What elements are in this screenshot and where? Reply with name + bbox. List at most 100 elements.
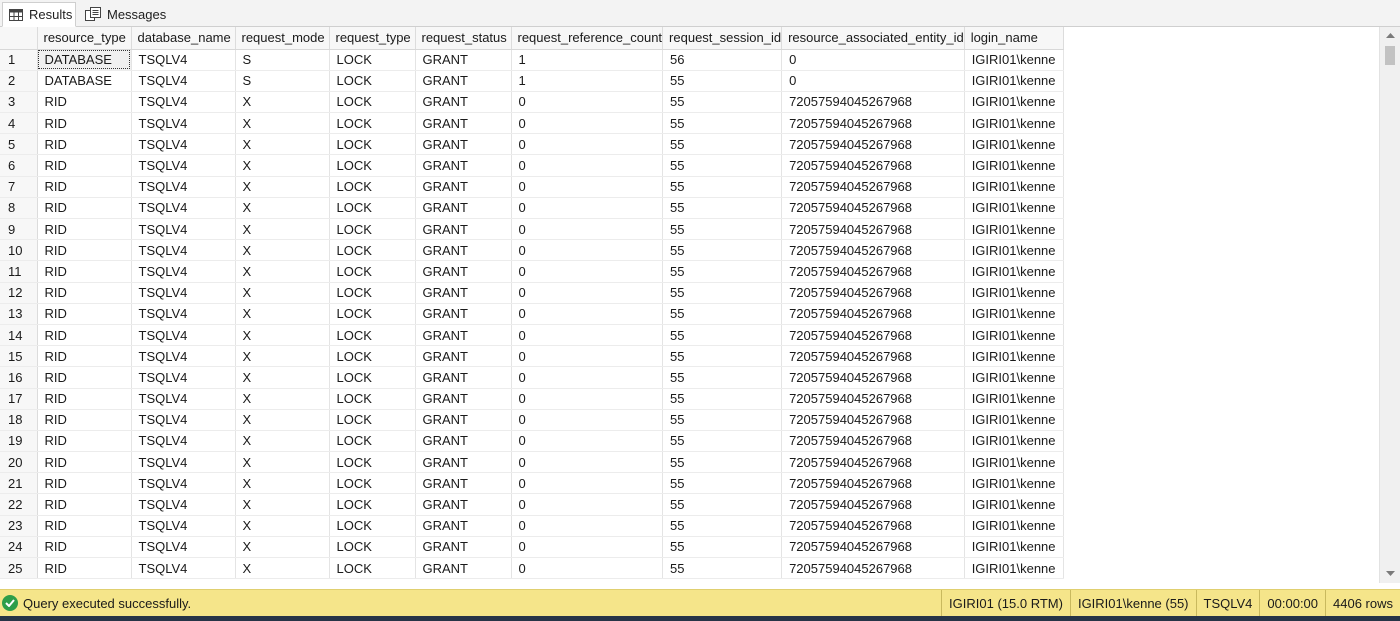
- table-cell[interactable]: TSQLV4: [131, 176, 236, 198]
- table-cell[interactable]: X: [235, 409, 330, 431]
- table-cell[interactable]: 0: [511, 366, 664, 389]
- table-cell[interactable]: GRANT: [415, 451, 512, 474]
- row-number[interactable]: 12: [0, 282, 38, 304]
- table-row[interactable]: 25 RID TSQLV4 X LOCK GRANT 0 55 7205759404526796…: [0, 557, 1064, 580]
- row-number[interactable]: 23: [0, 515, 38, 537]
- table-cell[interactable]: IGIRI01\kenne: [964, 324, 1064, 347]
- table-cell[interactable]: 55: [662, 197, 783, 220]
- table-cell[interactable]: IGIRI01\kenne: [964, 303, 1064, 325]
- table-cell[interactable]: GRANT: [415, 176, 512, 198]
- table-cell[interactable]: GRANT: [415, 49, 512, 71]
- table-cell[interactable]: LOCK: [329, 324, 416, 347]
- table-cell[interactable]: 0: [511, 557, 664, 580]
- table-cell[interactable]: 55: [662, 70, 783, 92]
- table-cell[interactable]: RID: [37, 218, 132, 241]
- table-cell[interactable]: 56: [662, 49, 783, 71]
- table-cell[interactable]: RID: [37, 133, 132, 156]
- table-cell[interactable]: RID: [37, 303, 132, 325]
- table-cell[interactable]: RID: [37, 197, 132, 220]
- table-cell[interactable]: RID: [37, 239, 132, 262]
- table-cell[interactable]: TSQLV4: [131, 303, 236, 325]
- table-cell[interactable]: DATABASE: [37, 70, 132, 92]
- table-row[interactable]: 24 RID TSQLV4 X LOCK GRANT 0 55 7205759404526796…: [0, 536, 1064, 559]
- table-cell[interactable]: X: [235, 239, 330, 262]
- table-cell[interactable]: 72057594045267968: [781, 154, 965, 177]
- row-number[interactable]: 13: [0, 303, 38, 325]
- row-number[interactable]: 22: [0, 493, 38, 516]
- table-row[interactable]: 11 RID TSQLV4 X LOCK GRANT 0 55 7205759404526796…: [0, 260, 1064, 283]
- table-row[interactable]: 6 RID TSQLV4 X LOCK GRANT 0 55 72057594045267968…: [0, 154, 1064, 177]
- table-cell[interactable]: S: [235, 49, 330, 71]
- table-cell[interactable]: RID: [37, 260, 132, 283]
- table-cell[interactable]: GRANT: [415, 133, 512, 156]
- row-number[interactable]: 14: [0, 324, 38, 347]
- column-header[interactable]: resource_type: [37, 27, 132, 50]
- table-cell[interactable]: 0: [781, 70, 965, 92]
- table-cell[interactable]: IGIRI01\kenne: [964, 345, 1064, 368]
- table-cell[interactable]: X: [235, 282, 330, 304]
- table-cell[interactable]: LOCK: [329, 112, 416, 135]
- table-cell[interactable]: LOCK: [329, 451, 416, 474]
- table-cell[interactable]: 55: [662, 409, 783, 431]
- table-cell[interactable]: 55: [662, 345, 783, 368]
- table-cell[interactable]: 72057594045267968: [781, 430, 965, 453]
- table-cell[interactable]: IGIRI01\kenne: [964, 515, 1064, 537]
- table-cell[interactable]: RID: [37, 91, 132, 114]
- table-cell[interactable]: GRANT: [415, 218, 512, 241]
- table-cell[interactable]: 55: [662, 154, 783, 177]
- table-cell[interactable]: 0: [511, 91, 664, 114]
- table-cell[interactable]: 72057594045267968: [781, 303, 965, 325]
- table-cell[interactable]: 72057594045267968: [781, 388, 965, 410]
- table-cell[interactable]: 0: [781, 49, 965, 71]
- table-row[interactable]: 14 RID TSQLV4 X LOCK GRANT 0 55 7205759404526796…: [0, 324, 1064, 347]
- table-cell[interactable]: LOCK: [329, 176, 416, 198]
- table-cell[interactable]: X: [235, 176, 330, 198]
- table-cell[interactable]: RID: [37, 409, 132, 431]
- table-row[interactable]: 4 RID TSQLV4 X LOCK GRANT 0 55 72057594045267968…: [0, 112, 1064, 135]
- table-cell[interactable]: LOCK: [329, 388, 416, 410]
- table-cell[interactable]: 55: [662, 91, 783, 114]
- table-cell[interactable]: 72057594045267968: [781, 260, 965, 283]
- table-cell[interactable]: LOCK: [329, 154, 416, 177]
- row-number[interactable]: 4: [0, 112, 38, 135]
- table-cell[interactable]: 72057594045267968: [781, 536, 965, 559]
- scroll-up-arrow-icon[interactable]: [1380, 27, 1400, 44]
- table-cell[interactable]: RID: [37, 112, 132, 135]
- table-cell[interactable]: 72057594045267968: [781, 239, 965, 262]
- table-cell[interactable]: 0: [511, 218, 664, 241]
- table-cell[interactable]: X: [235, 366, 330, 389]
- column-header[interactable]: request_reference_count: [511, 27, 664, 50]
- row-number[interactable]: 15: [0, 345, 38, 368]
- row-number[interactable]: 1: [0, 49, 38, 71]
- table-cell[interactable]: 72057594045267968: [781, 112, 965, 135]
- table-cell[interactable]: RID: [37, 430, 132, 453]
- table-cell[interactable]: LOCK: [329, 197, 416, 220]
- table-cell[interactable]: RID: [37, 154, 132, 177]
- table-cell[interactable]: LOCK: [329, 303, 416, 325]
- table-cell[interactable]: IGIRI01\kenne: [964, 70, 1064, 92]
- table-cell[interactable]: 72057594045267968: [781, 493, 965, 516]
- table-cell[interactable]: GRANT: [415, 91, 512, 114]
- table-cell[interactable]: GRANT: [415, 197, 512, 220]
- table-cell[interactable]: X: [235, 218, 330, 241]
- row-number[interactable]: 21: [0, 472, 38, 495]
- table-cell[interactable]: TSQLV4: [131, 366, 236, 389]
- table-cell[interactable]: GRANT: [415, 557, 512, 580]
- table-cell[interactable]: 0: [511, 197, 664, 220]
- table-row[interactable]: 18 RID TSQLV4 X LOCK GRANT 0 55 7205759404526796…: [0, 409, 1064, 431]
- table-cell[interactable]: 55: [662, 388, 783, 410]
- table-cell[interactable]: X: [235, 133, 330, 156]
- table-cell[interactable]: GRANT: [415, 154, 512, 177]
- table-cell[interactable]: 0: [511, 493, 664, 516]
- table-cell[interactable]: LOCK: [329, 515, 416, 537]
- table-cell[interactable]: RID: [37, 536, 132, 559]
- row-number[interactable]: 7: [0, 176, 38, 198]
- table-cell[interactable]: IGIRI01\kenne: [964, 91, 1064, 114]
- table-cell[interactable]: X: [235, 472, 330, 495]
- table-cell[interactable]: 55: [662, 112, 783, 135]
- table-cell[interactable]: X: [235, 303, 330, 325]
- table-cell[interactable]: DATABASE: [37, 49, 132, 71]
- row-number[interactable]: 5: [0, 133, 38, 156]
- column-header[interactable]: database_name: [131, 27, 236, 50]
- table-cell[interactable]: GRANT: [415, 493, 512, 516]
